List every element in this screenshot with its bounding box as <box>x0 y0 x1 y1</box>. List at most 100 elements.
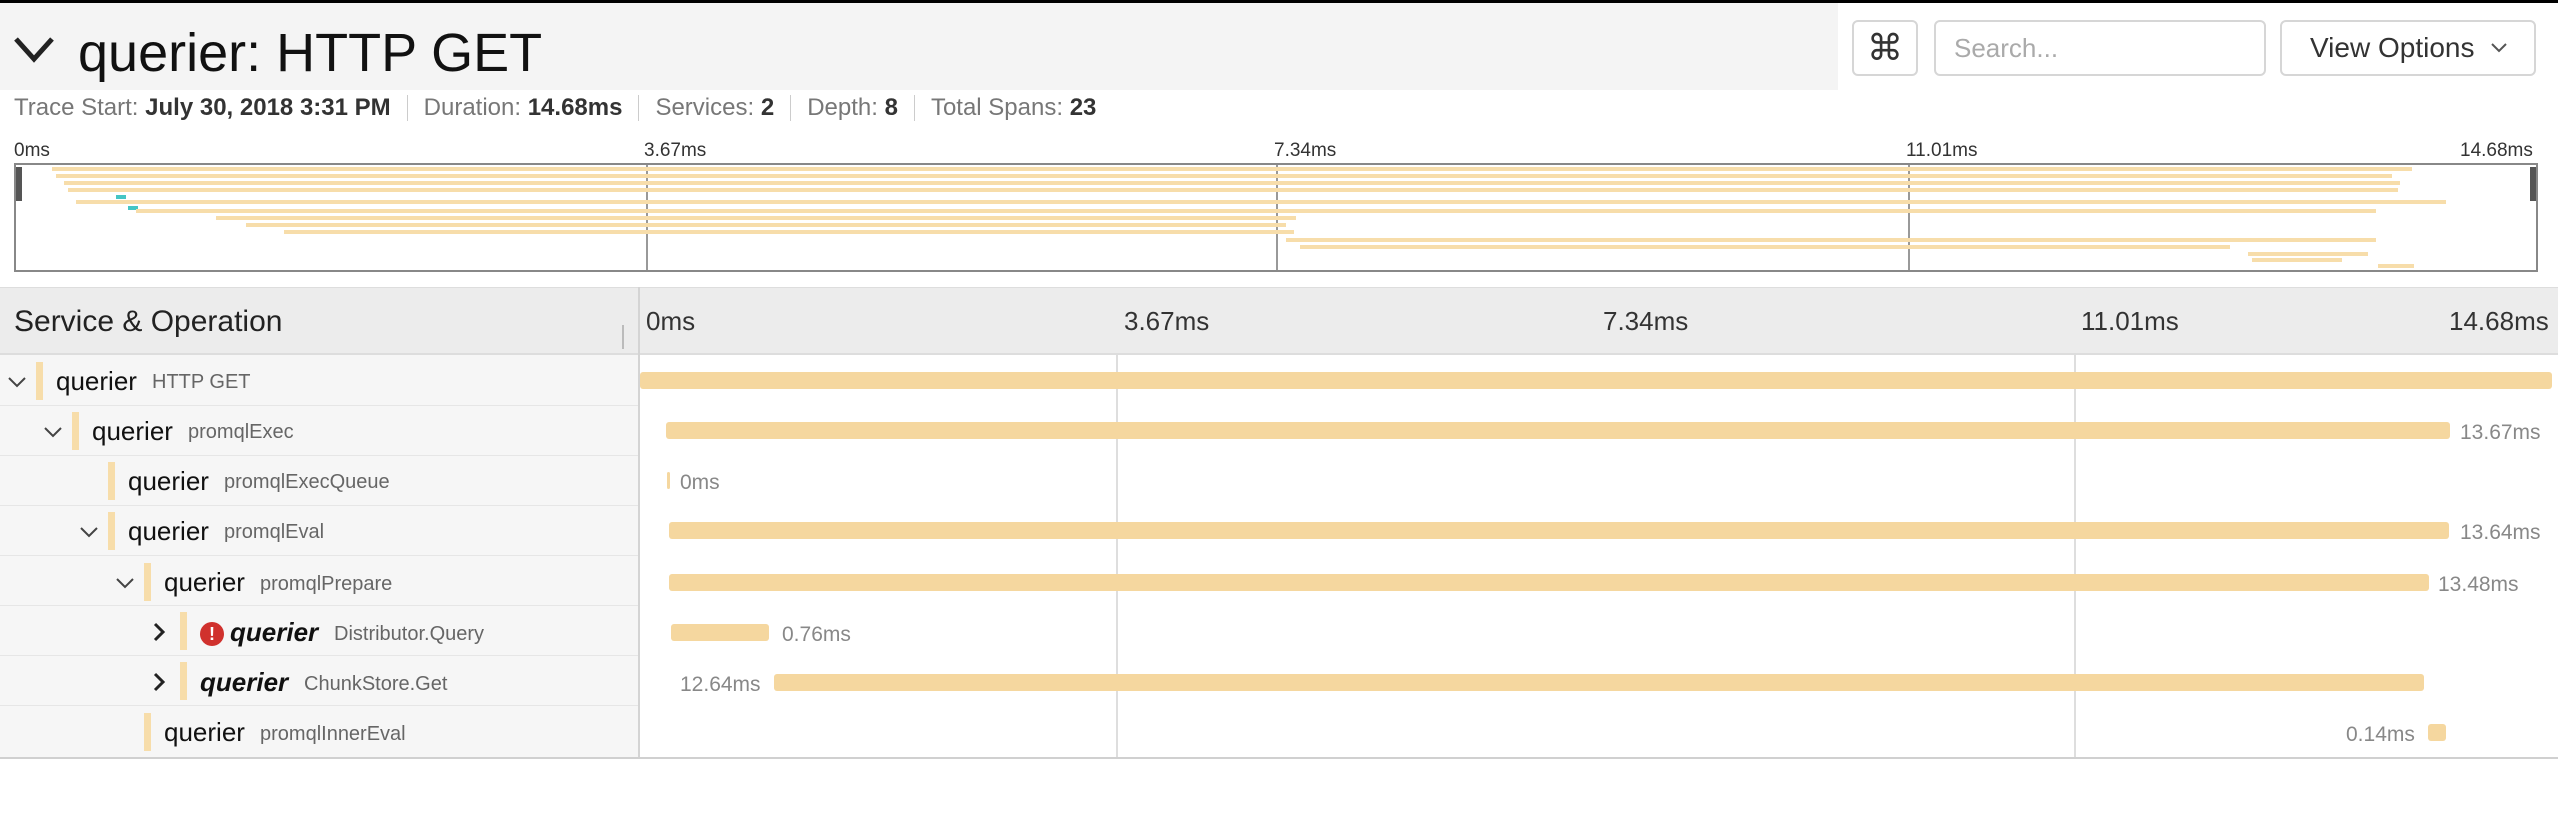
span-duration-label: 13.48ms <box>2438 573 2519 596</box>
view-options-label: View Options <box>2310 32 2475 63</box>
minimap-span <box>64 181 2400 185</box>
minimap-span <box>2248 252 2368 256</box>
span-operation-name: promqlExec <box>188 421 294 443</box>
timeline-tick-label: 14.68ms <box>2449 306 2549 336</box>
span-service-name[interactable]: querier <box>164 717 245 748</box>
meta-trace-start: Trace Start: July 30, 2018 3:31 PM <box>14 94 391 121</box>
minimap-span <box>1286 238 2376 242</box>
timeline-tick-label: 11.01ms <box>2081 306 2179 336</box>
span-operation-name: HTTP GET <box>152 371 251 393</box>
service-color-mark <box>180 612 187 650</box>
span-operation-name: promqlPrepare <box>260 573 393 595</box>
minimap-tick-label: 3.67ms <box>644 140 707 161</box>
meta-divider <box>913 95 915 121</box>
minimap-tick-label: 7.34ms <box>1274 140 1337 161</box>
span-bar[interactable] <box>669 574 2429 591</box>
span-service-name[interactable]: querier <box>200 667 288 698</box>
view-options-dropdown[interactable]: View Options <box>2280 20 2536 76</box>
span-operation-name: ChunkStore.Get <box>304 673 448 695</box>
span-service-name[interactable]: querier <box>128 466 209 497</box>
meta-total-spans: Total Spans: 23 <box>930 94 1097 121</box>
minimap-span <box>216 216 1296 220</box>
trace-meta: Trace Start: July 30, 2018 3:31 PM Durat… <box>14 94 1096 122</box>
row-divider <box>0 655 638 656</box>
service-color-mark <box>144 713 151 751</box>
column-resizer[interactable] <box>622 325 624 349</box>
service-color-mark <box>144 563 151 601</box>
timeline-gridline <box>1116 355 1118 757</box>
chevron-down-icon[interactable] <box>78 521 100 543</box>
chevron-down-icon[interactable] <box>42 421 64 443</box>
row-divider <box>0 605 638 606</box>
minimap-span <box>56 174 2392 178</box>
span-bar[interactable] <box>669 522 2449 539</box>
span-operation-name: promqlExecQueue <box>224 471 390 493</box>
chevron-down-icon[interactable] <box>6 371 28 393</box>
service-color-mark <box>72 412 79 450</box>
row-divider <box>0 705 638 706</box>
row-divider <box>0 405 638 406</box>
service-color-mark <box>180 662 187 700</box>
minimap-tick-label: 11.01ms <box>1906 140 1978 161</box>
trace-title-bar: querier: HTTP GET <box>0 3 1838 90</box>
trace-minimap[interactable] <box>14 163 2538 272</box>
chevron-right-icon[interactable] <box>148 671 170 693</box>
keyboard-shortcuts-button[interactable]: ⌘ <box>1852 20 1918 76</box>
service-color-mark <box>108 462 115 500</box>
chevron-down-icon[interactable] <box>114 572 136 594</box>
minimap-tick-label: 14.68ms <box>2460 140 2533 161</box>
span-bar[interactable] <box>2428 724 2446 741</box>
span-service-name[interactable]: querier <box>164 567 245 598</box>
span-duration-label: 13.64ms <box>2460 521 2541 544</box>
command-key-icon: ⌘ <box>1867 27 1903 68</box>
timeline-bottom-border <box>0 757 2558 759</box>
minimap-span <box>2378 264 2414 268</box>
span-bar[interactable] <box>774 674 2424 691</box>
timeline-tick-label: 3.67ms <box>1124 306 1210 336</box>
error-icon: ! <box>200 622 224 646</box>
minimap-left-handle[interactable] <box>16 167 22 201</box>
meta-duration: Duration: 14.68ms <box>423 94 623 121</box>
trace-title: querier: HTTP GET <box>78 23 543 83</box>
span-service-name[interactable]: querier <box>56 366 137 397</box>
minimap-span <box>284 230 1294 234</box>
row-divider <box>0 505 638 506</box>
collapse-chevron-icon[interactable] <box>12 33 56 67</box>
minimap-span <box>76 200 2446 204</box>
span-duration-label: 0ms <box>680 471 720 494</box>
service-operation-column-title: Service & Operation <box>14 305 283 338</box>
span-operation-name: promqlEval <box>224 521 325 543</box>
row-divider <box>0 555 638 556</box>
minimap-span-highlight <box>116 195 126 199</box>
span-service-name[interactable]: querier <box>92 416 173 447</box>
service-color-mark <box>108 512 115 550</box>
timeline-tick-label: 0ms <box>646 306 696 336</box>
minimap-span <box>136 209 2376 213</box>
span-operation-name: promqlInnerEval <box>260 723 406 745</box>
search-input[interactable] <box>1934 20 2266 76</box>
span-service-name[interactable]: querier <box>230 617 318 648</box>
meta-divider <box>638 95 640 121</box>
meta-divider <box>790 95 792 121</box>
span-bar[interactable] <box>666 422 2450 439</box>
minimap-tick-label: 0ms <box>14 140 50 161</box>
chevron-right-icon[interactable] <box>148 621 170 643</box>
row-divider <box>0 455 638 456</box>
span-bar[interactable] <box>667 472 670 489</box>
span-duration-label: 13.67ms <box>2460 421 2541 444</box>
span-operation-name: Distributor.Query <box>334 623 485 645</box>
meta-divider <box>406 95 408 121</box>
span-duration-label: 12.64ms <box>680 673 761 696</box>
span-duration-label: 0.76ms <box>782 623 851 646</box>
minimap-span <box>1300 245 2230 249</box>
span-bar[interactable] <box>671 624 769 641</box>
timeline-gridline <box>2074 355 2076 757</box>
meta-depth: Depth: 8 <box>807 94 898 121</box>
minimap-span <box>246 223 1286 227</box>
pane-divider[interactable] <box>638 287 640 757</box>
span-duration-label: 0.14ms <box>2346 723 2415 746</box>
span-bar[interactable] <box>640 372 2552 389</box>
minimap-right-handle[interactable] <box>2530 167 2536 201</box>
service-color-mark <box>36 362 43 400</box>
span-service-name[interactable]: querier <box>128 516 209 547</box>
